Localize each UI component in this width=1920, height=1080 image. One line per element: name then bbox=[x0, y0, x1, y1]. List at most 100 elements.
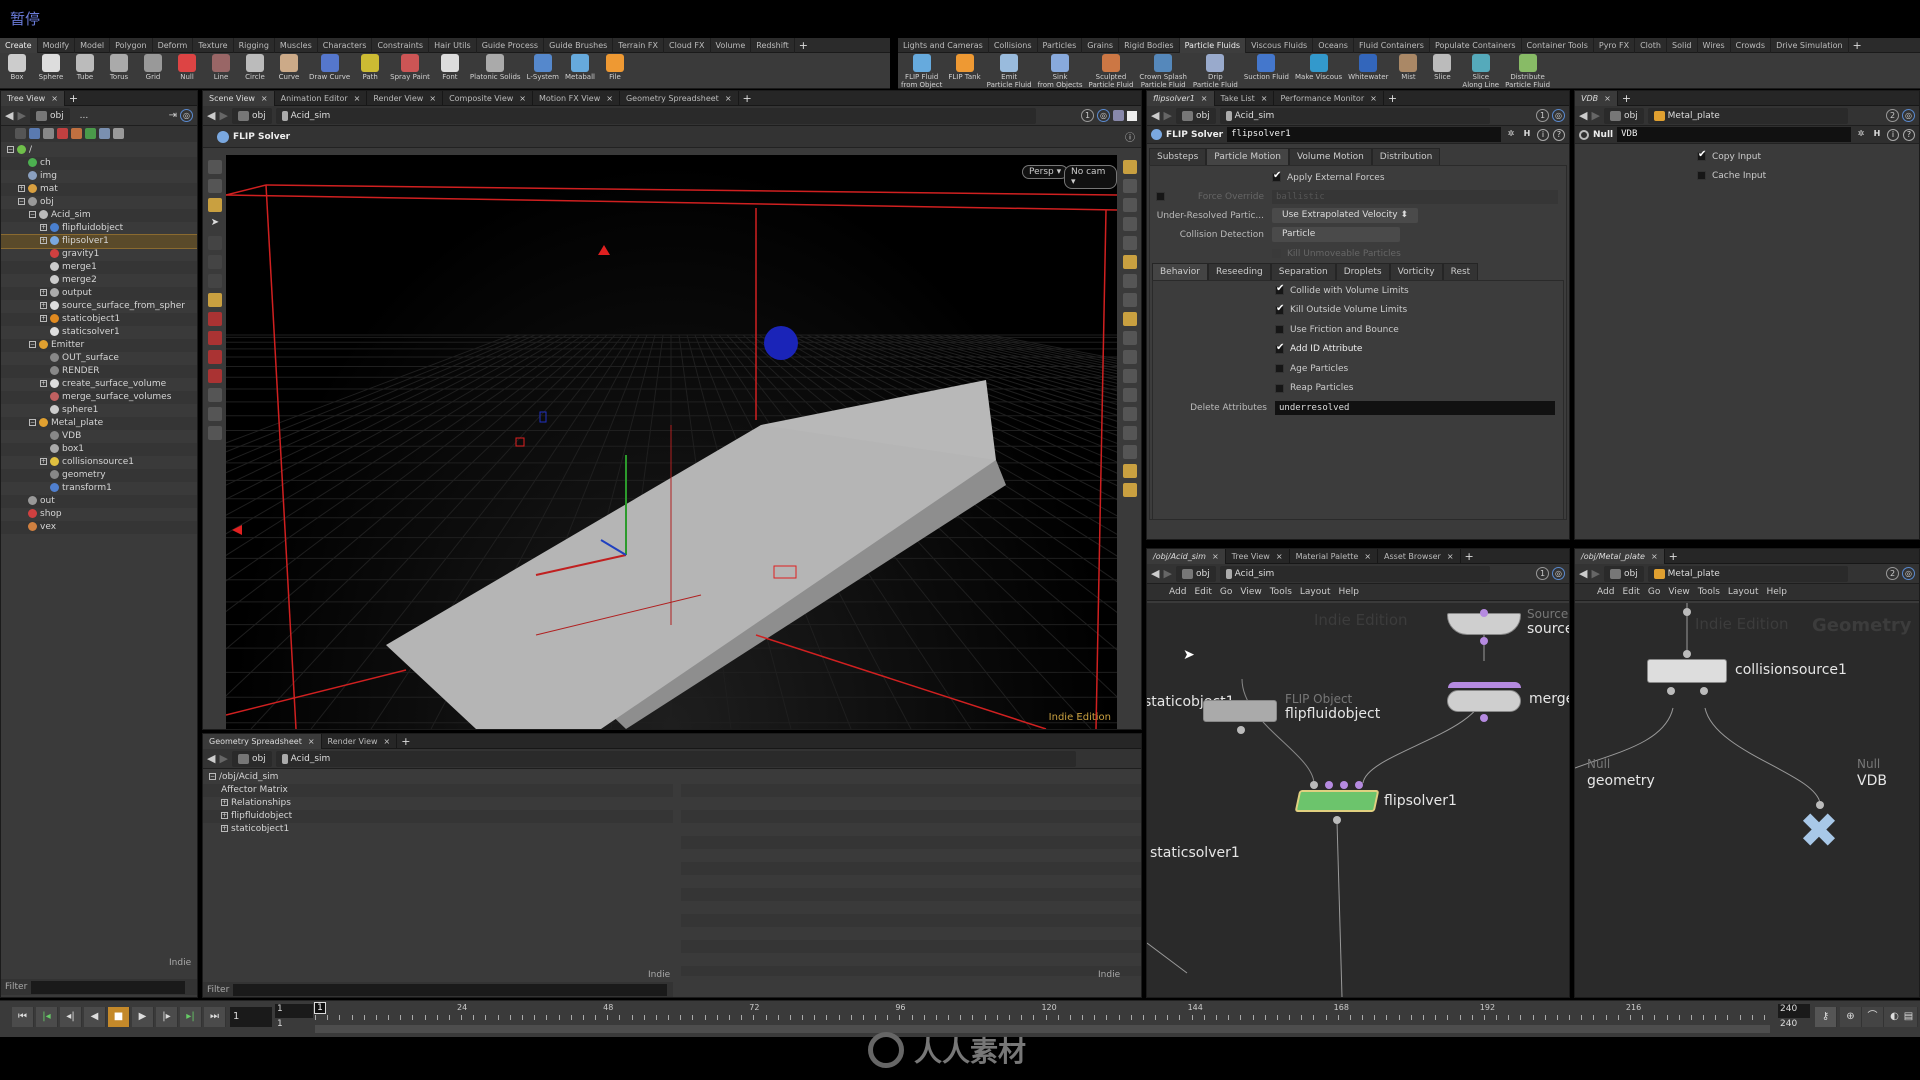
tree-item-transform1[interactable]: transform1 bbox=[1, 482, 197, 495]
tab-performance-monitor[interactable]: Performance Monitor × bbox=[1274, 91, 1384, 106]
tree-item-img[interactable]: img bbox=[1, 170, 197, 183]
net-number[interactable]: 2 bbox=[1886, 109, 1899, 122]
close-icon[interactable]: × bbox=[1201, 94, 1208, 103]
camera-icon[interactable] bbox=[1123, 312, 1137, 326]
menu-view[interactable]: View bbox=[1668, 587, 1689, 597]
age-particles-checkbox[interactable] bbox=[1275, 364, 1284, 374]
shelf-tab-particles[interactable]: Particles bbox=[1038, 37, 1083, 53]
tab-obj-acid-sim[interactable]: /obj/Acid_sim × bbox=[1147, 549, 1226, 564]
tab-animation-editor[interactable]: Animation Editor × bbox=[275, 91, 368, 106]
shelf-tab-cloud-fx[interactable]: Cloud FX bbox=[664, 37, 711, 53]
tree-item-ch[interactable]: ch bbox=[1, 157, 197, 170]
persp-menu[interactable]: Persp ▾ bbox=[1022, 165, 1069, 179]
input-connector[interactable] bbox=[1325, 781, 1333, 789]
lock-icon[interactable] bbox=[1123, 198, 1137, 212]
tree-item-metal-plate[interactable]: − Metal_plate bbox=[1, 417, 197, 430]
shelf-tool-flip-fluid-from-object[interactable]: FLIP Fluid from Object bbox=[898, 53, 945, 89]
shelf-tab-deform[interactable]: Deform bbox=[153, 37, 194, 53]
shelf-tool-whitewater[interactable]: Whitewater bbox=[1345, 53, 1391, 81]
expand-toggle[interactable]: − bbox=[29, 341, 36, 348]
help-icon[interactable]: ? bbox=[1903, 128, 1915, 141]
add-shelf-icon[interactable]: + bbox=[795, 39, 812, 52]
shelf-tool-draw-curve[interactable]: Draw Curve bbox=[306, 53, 353, 81]
camera-tool-icon[interactable] bbox=[208, 407, 222, 421]
shelf-tool-slice[interactable]: Slice bbox=[1425, 53, 1459, 81]
shelf-tab-model[interactable]: Model bbox=[75, 37, 111, 53]
dop-tree-item-flipfluidobject[interactable]: + flipfluidobject bbox=[203, 810, 673, 823]
magnet-icon[interactable] bbox=[208, 369, 222, 383]
dop-tree-item-staticobject1[interactable]: + staticobject1 bbox=[203, 823, 673, 836]
tab-scene-view[interactable]: Scene View × bbox=[203, 91, 275, 106]
folder-tab-rest[interactable]: Rest bbox=[1442, 263, 1479, 280]
shelf-tool-l-system[interactable]: L-System bbox=[524, 53, 562, 81]
shelf-tab-pyro-fx[interactable]: Pyro FX bbox=[1594, 37, 1636, 53]
gear-icon[interactable]: ✲ bbox=[1505, 129, 1517, 141]
path-crumb-obj[interactable]: obj bbox=[1603, 565, 1644, 582]
close-icon[interactable]: × bbox=[1651, 552, 1658, 561]
node-name-field[interactable]: flipsolver1 bbox=[1227, 127, 1501, 142]
menu-tools[interactable]: Tools bbox=[1698, 587, 1720, 597]
add-tab-icon[interactable]: + bbox=[1461, 550, 1478, 563]
path-crumb-acid-sim[interactable]: Acid_sim bbox=[275, 107, 1036, 124]
tree-item-output[interactable]: + output bbox=[1, 287, 197, 300]
expand-toggle[interactable]: − bbox=[29, 211, 36, 218]
info-icon[interactable]: i bbox=[1887, 128, 1899, 141]
tree-item-render[interactable]: RENDER bbox=[1, 365, 197, 378]
add-tab-icon[interactable]: + bbox=[739, 92, 756, 105]
shop-icon[interactable] bbox=[57, 128, 68, 139]
tree-item-source-surface-from-spher[interactable]: + source_surface_from_spher bbox=[1, 300, 197, 313]
menu-help[interactable]: Help bbox=[1339, 587, 1360, 597]
tab-render-view[interactable]: Render View × bbox=[322, 734, 398, 749]
timeline-ruler[interactable]: 24 48 72 96 120 144 168 192 216 bbox=[315, 1001, 1770, 1025]
node-vdb-null[interactable]: ✖ bbox=[1791, 807, 1847, 855]
end-frame-field-2[interactable]: 240 bbox=[1778, 1019, 1797, 1029]
background-toggle[interactable] bbox=[1127, 110, 1137, 121]
shelf-tab-rigid-bodies[interactable]: Rigid Bodies bbox=[1119, 37, 1180, 53]
shelf-tool-suction-fluid[interactable]: Suction Fluid bbox=[1241, 53, 1292, 81]
folder-tab-particle-motion[interactable]: Particle Motion bbox=[1206, 148, 1289, 165]
menu-layout[interactable]: Layout bbox=[1300, 587, 1331, 597]
back-arrow-icon[interactable]: ◀ bbox=[207, 109, 215, 122]
forward-arrow-icon[interactable]: ▶ bbox=[219, 109, 227, 122]
path-crumb-acid-sim[interactable]: Acid_sim bbox=[275, 750, 1076, 767]
expand-toggle[interactable]: + bbox=[221, 812, 228, 819]
merge-input-bar[interactable] bbox=[1448, 682, 1521, 688]
close-icon[interactable]: × bbox=[308, 737, 315, 746]
loop-icon[interactable]: ⌒ bbox=[1862, 1007, 1884, 1027]
close-icon[interactable]: × bbox=[51, 94, 58, 103]
tab-asset-browser[interactable]: Asset Browser × bbox=[1378, 549, 1461, 564]
camera-menu[interactable]: No cam ▾ bbox=[1064, 165, 1117, 189]
shelf-tab-fluid-containers[interactable]: Fluid Containers bbox=[1354, 37, 1430, 53]
next-key-button[interactable]: ▸| bbox=[180, 1007, 202, 1027]
menu-add[interactable]: Add bbox=[1169, 587, 1186, 597]
gear-icon[interactable]: ✲ bbox=[1855, 129, 1867, 141]
node-merge[interactable] bbox=[1447, 690, 1521, 712]
path-crumb-obj[interactable]: obj bbox=[1175, 107, 1216, 124]
delete-attributes-field[interactable]: underresolved bbox=[1275, 400, 1555, 415]
menu-view[interactable]: View bbox=[1240, 587, 1261, 597]
rotate-tool-icon[interactable] bbox=[208, 255, 222, 269]
shelf-tab-wires[interactable]: Wires bbox=[1698, 37, 1731, 53]
tab-tree-view[interactable]: Tree View × bbox=[1226, 549, 1290, 564]
shelf-tab-container-tools[interactable]: Container Tools bbox=[1522, 37, 1594, 53]
vex-icon[interactable] bbox=[71, 128, 82, 139]
jump-start-button[interactable]: ⏮ bbox=[12, 1007, 34, 1027]
shelf-tool-emit-particle-fluid[interactable]: Emit Particle Fluid bbox=[984, 53, 1035, 89]
collision-detection-dropdown[interactable]: Particle bbox=[1272, 227, 1400, 242]
output-connector[interactable] bbox=[1480, 714, 1488, 722]
tree-item-vdb[interactable]: VDB bbox=[1, 430, 197, 443]
output-connector[interactable] bbox=[1333, 816, 1341, 824]
transform-tool-icon[interactable] bbox=[208, 179, 222, 193]
shelf-tab-rigging[interactable]: Rigging bbox=[234, 37, 275, 53]
tab-motion-fx-view[interactable]: Motion FX View × bbox=[533, 91, 620, 106]
tab-metal-plate[interactable]: /obj/Metal_plate × bbox=[1575, 549, 1665, 564]
tree-item-collisionsource1[interactable]: + collisionsource1 bbox=[1, 456, 197, 469]
keys-icon[interactable]: ⚷ bbox=[1815, 1007, 1837, 1027]
info-icon[interactable]: i bbox=[1537, 128, 1549, 141]
pin-view-icon[interactable] bbox=[1123, 483, 1137, 497]
kill-outside-volume-limits-checkbox[interactable] bbox=[1275, 303, 1284, 315]
tab-render-view[interactable]: Render View × bbox=[367, 91, 444, 106]
shelf-tab-terrain-fx[interactable]: Terrain FX bbox=[613, 37, 665, 53]
shelf-tab-crowds[interactable]: Crowds bbox=[1731, 37, 1772, 53]
options-icon[interactable]: ▤ bbox=[1900, 1007, 1918, 1027]
